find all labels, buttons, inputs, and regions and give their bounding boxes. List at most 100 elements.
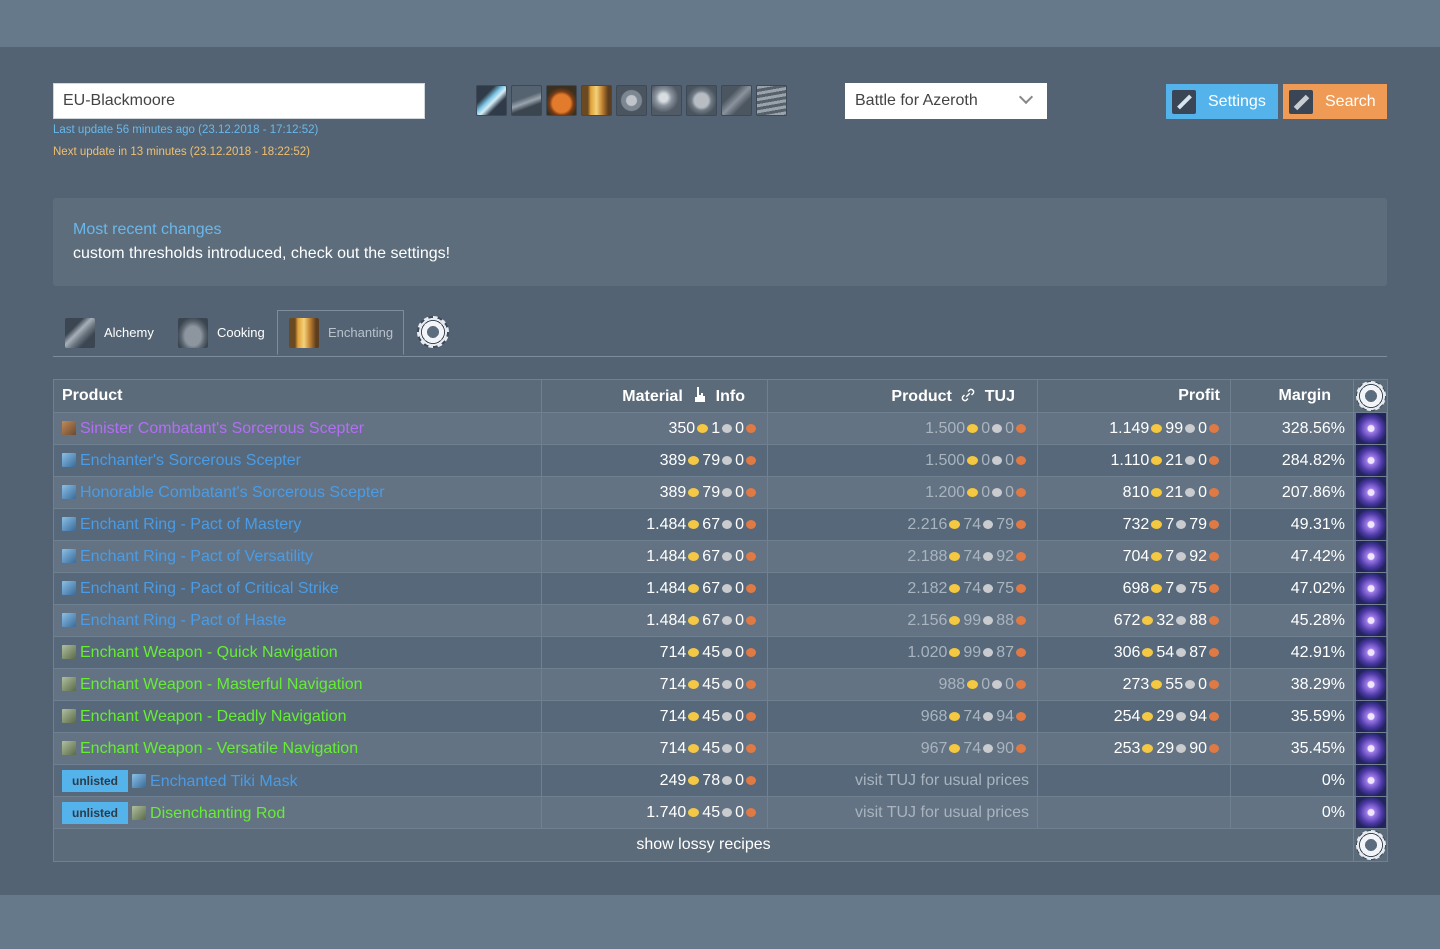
enchant-spell-icon[interactable] xyxy=(1355,541,1386,572)
link-icon xyxy=(962,388,975,402)
enchant-spell-icon[interactable] xyxy=(1355,733,1386,764)
spell-icon-cell[interactable] xyxy=(1353,572,1388,605)
product-link[interactable]: Enchant Ring - Pact of Critical Strike xyxy=(80,580,339,597)
enchant-spell-icon[interactable] xyxy=(1355,573,1386,604)
header-product[interactable]: Product xyxy=(53,379,542,413)
spell-icon-cell[interactable] xyxy=(1353,508,1388,541)
enchant-spell-icon[interactable] xyxy=(1355,669,1386,700)
spell-icon-cell[interactable] xyxy=(1353,764,1388,797)
recipes-table: Product Material Info Product TUJ Profit… xyxy=(53,379,1388,862)
header-product-tuj[interactable]: Product TUJ xyxy=(767,379,1038,413)
spell-icon-cell[interactable] xyxy=(1353,412,1388,445)
chevron-down-icon xyxy=(1018,89,1034,105)
settings-button-label: Settings xyxy=(1208,92,1266,110)
tailoring-icon[interactable] xyxy=(756,85,787,116)
search-button[interactable]: Search xyxy=(1283,84,1387,119)
enchant-spell-icon[interactable] xyxy=(1355,445,1386,476)
spell-icon-cell[interactable] xyxy=(1353,604,1388,637)
enchant-spell-icon[interactable] xyxy=(1355,765,1386,796)
table-header-row: Product Material Info Product TUJ Profit… xyxy=(53,379,1388,413)
table-row: Enchant Weapon - Masterful Navigation 714… xyxy=(53,668,1388,701)
product-link[interactable]: Enchanter's Sorcerous Scepter xyxy=(80,452,301,469)
header-material-info[interactable]: Material Info xyxy=(541,379,768,413)
enchant-spell-icon[interactable] xyxy=(1355,477,1386,508)
spell-icon-cell[interactable] xyxy=(1353,444,1388,477)
product-link[interactable]: Disenchanting Rod xyxy=(150,805,285,822)
product-link[interactable]: Enchanted Tiki Mask xyxy=(150,773,298,790)
material-cost-cell: 389 79 0 xyxy=(541,444,768,477)
leatherworking-icon[interactable] xyxy=(721,85,752,116)
alchemy-icon[interactable] xyxy=(476,85,507,116)
recipe-item-icon xyxy=(62,740,76,755)
header-margin-label: Margin xyxy=(1278,387,1331,404)
news-title[interactable]: Most recent changes xyxy=(73,221,222,239)
recipe-item-icon xyxy=(62,612,76,627)
engineering-icon[interactable] xyxy=(616,85,647,116)
product-cell: Honorable Combatant's Sorcerous Scepter xyxy=(53,476,542,509)
search-scroll-icon xyxy=(1289,89,1313,114)
enchant-spell-icon[interactable] xyxy=(1355,637,1386,668)
margin-cell: 42.91% xyxy=(1230,636,1354,669)
blacksmithing-icon[interactable] xyxy=(511,85,542,116)
product-link[interactable]: Enchant Ring - Pact of Mastery xyxy=(80,516,301,533)
spell-icon-cell[interactable] xyxy=(1353,540,1388,573)
tab-alchemy[interactable]: Alchemy xyxy=(65,310,154,355)
table-settings-gear-icon[interactable] xyxy=(1355,381,1386,411)
spell-icon-cell[interactable] xyxy=(1353,668,1388,701)
expansion-select[interactable]: Battle for Azeroth xyxy=(845,83,1047,119)
tab-enchanting[interactable]: Enchanting xyxy=(277,310,404,355)
product-link[interactable]: Honorable Combatant's Sorcerous Scepter xyxy=(80,484,385,501)
spell-icon-cell[interactable] xyxy=(1353,796,1388,829)
tabs-settings-gear-icon[interactable] xyxy=(417,316,449,348)
header-margin[interactable]: Margin xyxy=(1230,379,1354,413)
product-price-cell[interactable]: visit TUJ for usual prices xyxy=(767,764,1038,797)
enchant-spell-icon[interactable] xyxy=(1355,509,1386,540)
enchant-spell-icon[interactable] xyxy=(1355,701,1386,732)
header-material-label: Material xyxy=(622,388,683,405)
profit-cell: 253 29 90 xyxy=(1037,732,1231,765)
enchant-spell-icon[interactable] xyxy=(1355,413,1386,444)
product-cell: Enchant Ring - Pact of Critical Strike xyxy=(53,572,542,605)
tab-label: Enchanting xyxy=(328,325,394,340)
next-update-text: Next update in 13 minutes (23.12.2018 - … xyxy=(53,146,311,158)
enchanting-tab-icon xyxy=(289,317,319,348)
product-link[interactable]: Sinister Combatant's Sorcerous Scepter xyxy=(80,420,364,437)
settings-button[interactable]: Settings xyxy=(1166,84,1278,119)
header-tuj-label: TUJ xyxy=(984,388,1015,405)
product-link[interactable]: Enchant Weapon - Masterful Navigation xyxy=(80,676,363,693)
inscription-icon[interactable] xyxy=(651,85,682,116)
product-cell: Enchant Ring - Pact of Haste xyxy=(53,604,542,637)
realm-input[interactable] xyxy=(53,83,425,119)
enchant-spell-icon[interactable] xyxy=(1355,797,1386,828)
product-link[interactable]: Enchant Weapon - Versatile Navigation xyxy=(80,740,358,757)
show-lossy-recipes-link[interactable]: show lossy recipes xyxy=(53,828,1354,862)
jewelcrafting-icon[interactable] xyxy=(686,85,717,116)
enchanting-icon[interactable] xyxy=(581,85,612,116)
tab-cooking[interactable]: Cooking xyxy=(178,310,265,355)
cooking-icon[interactable] xyxy=(546,85,577,116)
product-price-cell: 988 0 0 xyxy=(767,668,1038,701)
header-profit-label: Profit xyxy=(1178,387,1220,404)
recipe-item-icon xyxy=(62,580,76,595)
header-gear[interactable] xyxy=(1353,379,1388,413)
footer-gear[interactable] xyxy=(1353,828,1388,862)
product-cell: Enchant Weapon - Deadly Navigation xyxy=(53,700,542,733)
top-bar xyxy=(0,0,1440,47)
header-profit[interactable]: Profit xyxy=(1037,379,1231,413)
material-cost-cell: 714 45 0 xyxy=(541,668,768,701)
product-link[interactable]: Enchant Ring - Pact of Haste xyxy=(80,612,286,629)
footer-settings-gear-icon[interactable] xyxy=(1355,830,1386,860)
product-link[interactable]: Enchant Weapon - Quick Navigation xyxy=(80,644,338,661)
spell-icon-cell[interactable] xyxy=(1353,636,1388,669)
spell-icon-cell[interactable] xyxy=(1353,732,1388,765)
material-cost-cell: 1.484 67 0 xyxy=(541,604,768,637)
product-link[interactable]: Enchant Weapon - Deadly Navigation xyxy=(80,708,347,725)
news-text: custom thresholds introduced, check out … xyxy=(73,245,451,262)
product-price-cell[interactable]: visit TUJ for usual prices xyxy=(767,796,1038,829)
spell-icon-cell[interactable] xyxy=(1353,476,1388,509)
recipe-item-icon xyxy=(62,452,76,467)
product-link[interactable]: Enchant Ring - Pact of Versatility xyxy=(80,548,313,565)
spell-icon-cell[interactable] xyxy=(1353,700,1388,733)
enchant-spell-icon[interactable] xyxy=(1355,605,1386,636)
profit-cell: 306 54 87 xyxy=(1037,636,1231,669)
